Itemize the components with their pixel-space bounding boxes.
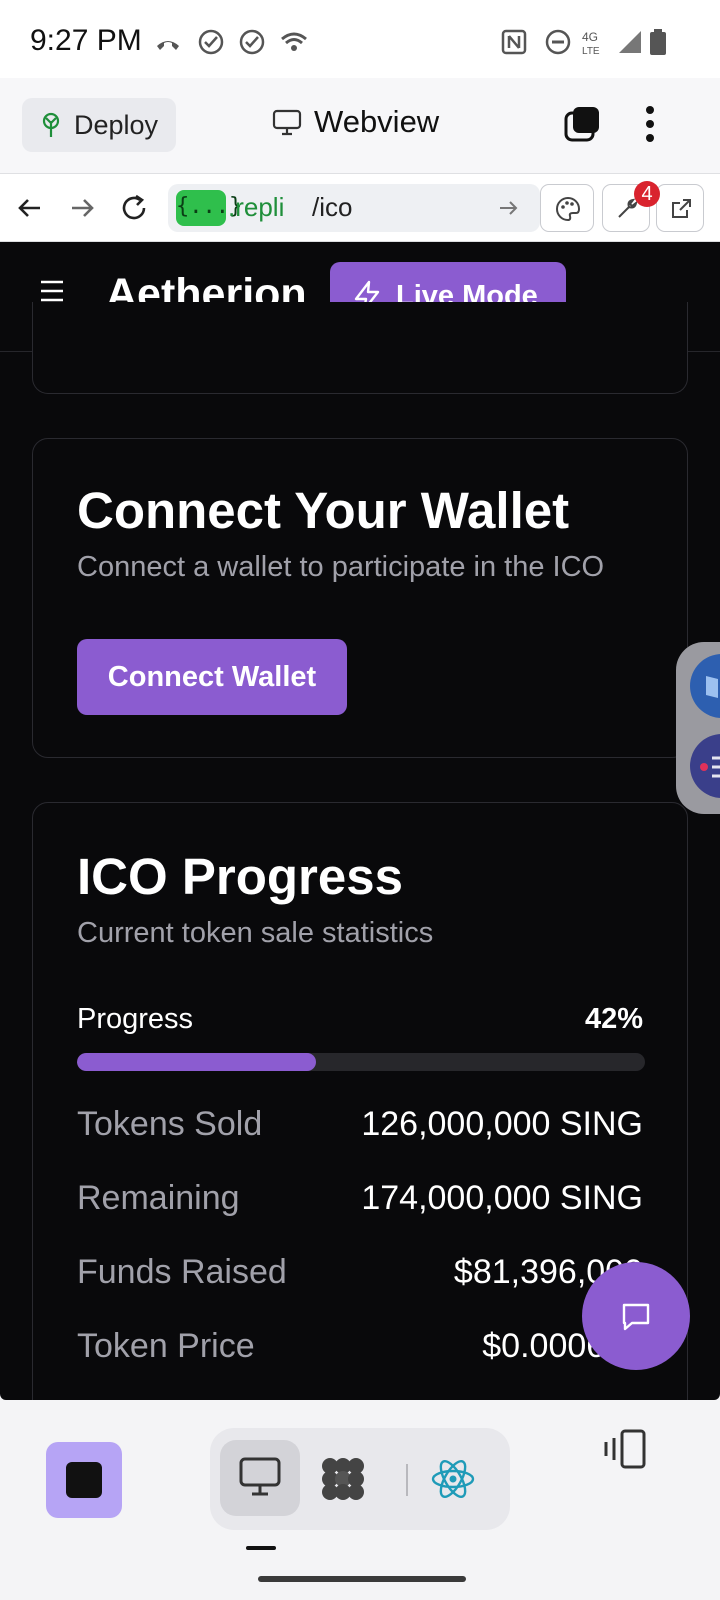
ico-card-title: ICO Progress: [77, 848, 403, 905]
signal-icon: [619, 31, 641, 53]
funds-raised-label: Funds Raised: [77, 1253, 287, 1291]
replit-toolbar: Deploy Webview: [0, 78, 720, 174]
remaining-value: 174,000,000 SING: [361, 1179, 643, 1217]
url-repl-chip: {...}: [176, 190, 242, 226]
active-tab-indicator: [246, 1546, 276, 1550]
more-options-icon[interactable]: [640, 102, 660, 146]
missed-call-icon: [157, 41, 179, 50]
app-webview: Aetherion Live Mode Connect Your Wallet …: [0, 242, 720, 1400]
go-arrow-icon[interactable]: [496, 196, 520, 220]
stop-icon: [66, 1462, 102, 1498]
token-price-label: Token Price: [77, 1327, 255, 1365]
deploy-button[interactable]: Deploy: [22, 98, 176, 152]
url-input[interactable]: {...} .repli /ico: [168, 184, 540, 232]
view-switcher: [210, 1428, 510, 1530]
connect-wallet-button[interactable]: Connect Wallet: [77, 639, 347, 715]
svg-text:4G: 4G: [582, 30, 598, 44]
status-time: 9:27 PM: [30, 24, 142, 57]
url-path: /ico: [312, 192, 353, 222]
divider: [406, 1464, 408, 1496]
chat-bubble-icon: [622, 1303, 650, 1331]
remaining-label: Remaining: [77, 1179, 240, 1217]
hamburger-menu-icon[interactable]: [38, 278, 66, 304]
notification-badge: 4: [634, 181, 660, 207]
book-icon[interactable]: [690, 654, 720, 718]
tabs-switcher-icon[interactable]: [562, 104, 602, 144]
bottom-toolbar: [0, 1400, 720, 1600]
react-icon[interactable]: [430, 1456, 476, 1502]
monitor-icon: [272, 109, 302, 136]
back-arrow-icon[interactable]: [14, 192, 46, 224]
lte-icon: 4G LTE: [582, 30, 600, 56]
nfc-icon: [501, 29, 527, 55]
replit-agent-icon[interactable]: [318, 1454, 368, 1504]
webview-label: Webview: [314, 104, 440, 139]
webview-tab-title: Webview: [272, 104, 439, 140]
palette-button[interactable]: [540, 184, 594, 232]
forward-arrow-icon[interactable]: [66, 192, 98, 224]
device-rotate-icon[interactable]: [600, 1428, 650, 1472]
floating-side-dock[interactable]: [676, 642, 720, 814]
previous-card: [32, 302, 688, 394]
stop-button[interactable]: [46, 1442, 122, 1518]
check-circle-icon: [198, 29, 224, 55]
tokens-sold-label: Tokens Sold: [77, 1105, 263, 1143]
home-indicator[interactable]: [258, 1576, 466, 1582]
ico-card-subtitle: Current token sale statistics: [77, 917, 434, 949]
palette-icon: [556, 196, 581, 222]
status-bar: 9:27 PM 4G LTE: [0, 0, 720, 78]
wallet-card-subtitle: Connect a wallet to participate in the I…: [77, 551, 605, 583]
url-domain: .repli: [228, 192, 285, 222]
deploy-label: Deploy: [74, 109, 159, 140]
chat-button[interactable]: [582, 1262, 690, 1370]
tokens-sold-value: 126,000,000 SING: [361, 1105, 643, 1143]
open-external-button[interactable]: [656, 184, 704, 232]
progress-bar: [77, 1053, 645, 1071]
svg-text:LTE: LTE: [582, 46, 600, 56]
external-link-icon: [672, 199, 691, 218]
deploy-icon: [42, 112, 60, 137]
progress-percent: 42%: [584, 1003, 643, 1035]
wifi-icon: [281, 32, 307, 51]
battery-icon: [650, 29, 666, 55]
desktop-icon: [239, 1457, 281, 1496]
progress-label: Progress: [77, 1003, 194, 1035]
url-bar: {...} .repli /ico: [0, 174, 720, 242]
desktop-view-button[interactable]: [220, 1440, 300, 1516]
do-not-disturb-icon: [545, 29, 571, 55]
check-circle-icon: [239, 29, 265, 55]
progress-bar-fill: [77, 1053, 316, 1071]
list-icon[interactable]: [690, 734, 720, 798]
wallet-card-title: Connect Your Wallet: [77, 482, 570, 539]
reload-icon[interactable]: [118, 192, 150, 224]
connect-wallet-card: Connect Your Wallet Connect a wallet to …: [32, 438, 688, 758]
